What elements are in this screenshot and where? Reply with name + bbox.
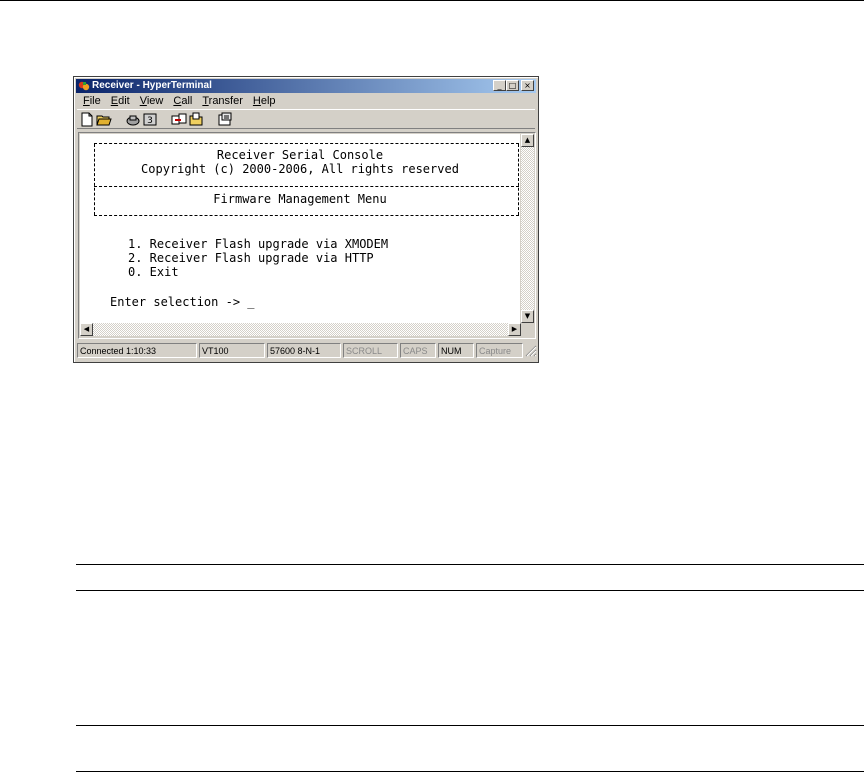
menu-call-rest: all <box>181 95 193 107</box>
scroll-right-button[interactable]: ▶ <box>508 323 521 336</box>
menu-option-exit: 0. Exit <box>128 265 179 279</box>
horizontal-rule-1 <box>76 564 864 565</box>
menu-file[interactable]: File <box>78 94 106 109</box>
status-bar: Connected 1:10:33 VT100 57600 8-N-1 SCRO… <box>77 343 537 359</box>
properties-icon[interactable] <box>217 112 233 127</box>
horizontal-rule-3 <box>76 725 864 726</box>
menu-view-accel: V <box>139 95 147 107</box>
scrollbar-corner <box>521 323 534 336</box>
menu-help-rest: elp <box>260 95 276 107</box>
firmware-menu-title: Firmware Management Menu <box>213 192 387 206</box>
receive-icon[interactable] <box>188 112 204 127</box>
maximize-button[interactable]: □ <box>506 80 519 91</box>
hyperterminal-app-icon <box>78 81 90 91</box>
resize-grip-icon[interactable] <box>525 345 537 357</box>
scroll-left-button[interactable]: ◀ <box>80 323 93 336</box>
box-border-top <box>94 143 519 144</box>
send-icon[interactable] <box>171 112 187 127</box>
hyperterminal-window: Receiver - HyperTerminal _ □ × File Edit… <box>73 76 539 363</box>
status-connected: Connected 1:10:33 <box>77 343 197 358</box>
menu-file-accel: F <box>83 95 90 107</box>
menu-edit-accel: E <box>110 95 119 107</box>
status-port-settings: 57600 8-N-1 <box>267 343 341 358</box>
horizontal-scrollbar[interactable]: ◀ ▶ <box>80 323 521 336</box>
status-num: NUM <box>438 343 474 358</box>
menu-view[interactable]: View <box>135 94 169 109</box>
box-border-bottom <box>94 215 519 216</box>
console-copyright: Copyright (c) 2000-2006, All rights rese… <box>141 162 459 176</box>
prompt-text: Enter selection -> <box>110 295 248 309</box>
horizontal-rule-2 <box>76 590 864 591</box>
menu-transfer-rest: ransfer <box>208 95 243 107</box>
top-rule <box>0 0 864 1</box>
box-border-middle <box>94 186 519 187</box>
menu-option-http: 2. Receiver Flash upgrade via HTTP <box>128 251 374 265</box>
disconnect-icon[interactable] <box>125 112 141 127</box>
menu-option-xmodem: 1. Receiver Flash upgrade via XMODEM <box>128 237 389 251</box>
open-icon[interactable] <box>96 112 112 127</box>
terminal-cursor: _ <box>247 295 255 309</box>
status-caps: CAPS <box>400 343 436 358</box>
menu-call[interactable]: Call <box>168 94 197 109</box>
selection-prompt: Enter selection -> _ <box>110 295 255 309</box>
menu-edit[interactable]: Edit <box>106 94 135 109</box>
window-title: Receiver - HyperTerminal <box>92 80 212 91</box>
terminal-screen[interactable]: Receiver Serial Console Copyright (c) 20… <box>80 134 520 323</box>
menu-help[interactable]: Help <box>248 94 281 109</box>
svg-text:3: 3 <box>147 116 153 126</box>
menu-edit-rest: dit <box>118 95 130 107</box>
menu-view-rest: iew <box>146 95 164 107</box>
status-scroll: SCROLL <box>343 343 398 358</box>
close-button[interactable]: × <box>521 80 534 91</box>
scroll-down-button[interactable]: ▼ <box>521 310 534 323</box>
toolbar: 3 <box>77 109 535 129</box>
menu-bar: File Edit View Call Transfer Help <box>78 94 281 109</box>
status-capture: Capture <box>476 343 523 358</box>
menu-transfer[interactable]: Transfer <box>197 94 248 109</box>
menu-help-accel: H <box>252 95 261 107</box>
console-header-title: Receiver Serial Console <box>216 148 384 162</box>
status-emulation: VT100 <box>199 343 265 358</box>
properties-dial-icon[interactable]: 3 <box>142 112 158 127</box>
minimize-button[interactable]: _ <box>493 80 506 91</box>
menu-file-rest: ile <box>89 95 101 107</box>
new-icon[interactable] <box>79 112 95 127</box>
horizontal-rule-4 <box>76 771 864 772</box>
scroll-up-button[interactable]: ▲ <box>521 134 534 147</box>
vertical-scrollbar[interactable]: ▲ ▼ <box>521 134 534 323</box>
terminal-frame: Receiver Serial Console Copyright (c) 20… <box>78 132 536 339</box>
title-bar[interactable]: Receiver - HyperTerminal _ □ × <box>76 79 536 93</box>
